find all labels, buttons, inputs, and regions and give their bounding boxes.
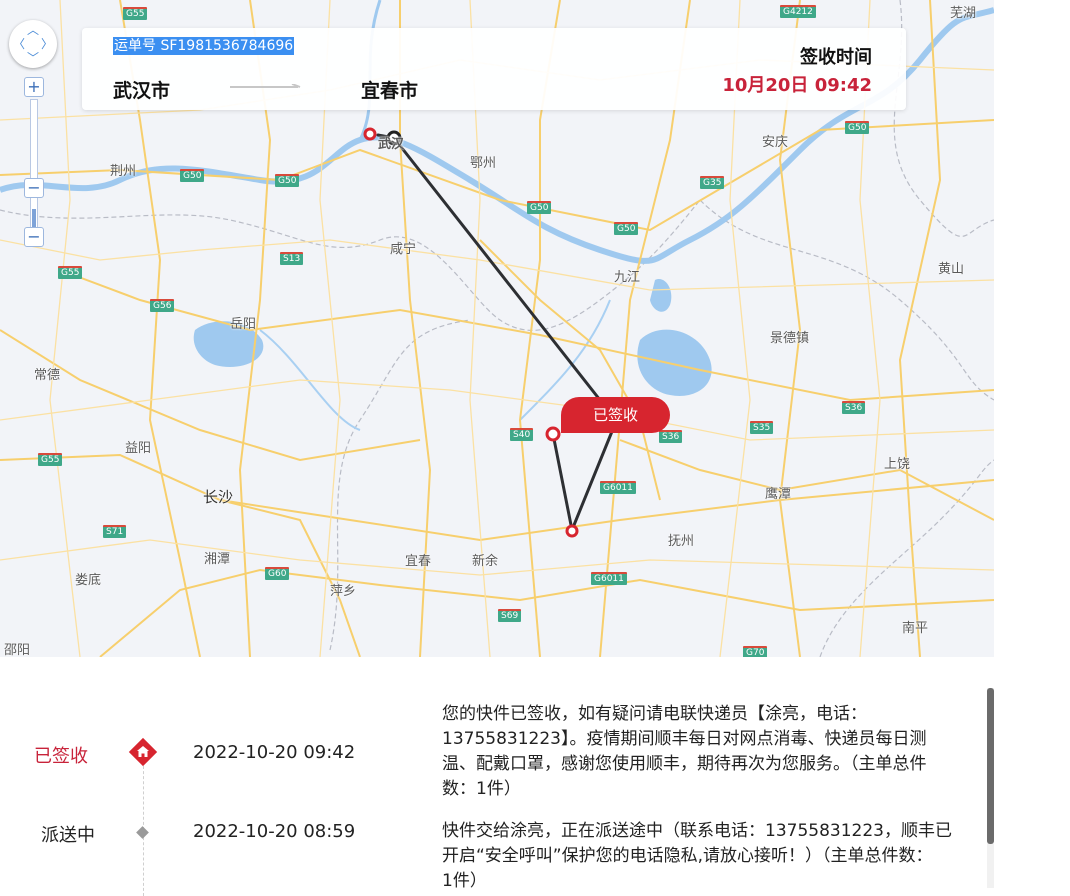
city-label: 益阳 bbox=[125, 441, 152, 456]
highway-shield: G4212 bbox=[780, 5, 816, 18]
shipment-info-card: 运单号 SF1981536784696 武汉市 宜春市 签收时间 10月20日 … bbox=[82, 28, 906, 110]
waybill-number[interactable]: 运单号 SF1981536784696 bbox=[113, 37, 295, 55]
highway-shield: S35 bbox=[750, 421, 774, 434]
highway-shield: G50 bbox=[180, 169, 205, 182]
highway-shield: G70 bbox=[743, 646, 768, 657]
timeline-description: 您的快件已签收，如有疑问请电联快递员【涂亮，电话： 13755831223】。疫… bbox=[442, 702, 964, 802]
pan-left-icon[interactable]: 〈 bbox=[13, 38, 25, 50]
description-line: 1件） bbox=[442, 871, 487, 891]
description-line: 温、配戴口罩，感谢您使用顺丰，期待再次为您服务。（主单总件 bbox=[442, 754, 927, 774]
zoom-level-fill bbox=[32, 208, 36, 228]
city-label: 黄山 bbox=[938, 262, 965, 277]
city-label: 安庆 bbox=[762, 135, 789, 150]
tracking-timeline: 已签收 2022-10-20 09:42 您的快件已签收，如有疑问请电联快递员【… bbox=[0, 657, 994, 896]
zoom-slider[interactable] bbox=[30, 99, 38, 229]
city-label: 岳阳 bbox=[230, 317, 257, 332]
route-arrow-icon bbox=[230, 84, 301, 88]
city-label: 萍乡 bbox=[330, 584, 357, 599]
highway-shield: G56 bbox=[150, 299, 175, 312]
city-label: 湘潭 bbox=[204, 552, 231, 567]
signed-status-badge: 已签收 bbox=[561, 397, 670, 433]
highway-shield: G55 bbox=[38, 453, 63, 466]
highway-shield: S36 bbox=[842, 401, 866, 414]
highway-shield: G60 bbox=[265, 567, 290, 580]
highway-shield: S69 bbox=[498, 609, 522, 622]
timeline-time: 2022-10-20 08:59 bbox=[193, 821, 356, 842]
highway-shield: G50 bbox=[614, 222, 639, 235]
city-label: 邵阳 bbox=[4, 643, 31, 657]
sign-time-label: 签收时间 bbox=[800, 47, 872, 68]
description-line: 开启“安全呼叫”保护您的电话隐私,请放心接听！）（主单总件数： bbox=[442, 846, 933, 866]
highway-shield: S13 bbox=[280, 252, 304, 265]
highway-shield: S36 bbox=[659, 430, 683, 443]
city-label: 长沙 bbox=[203, 488, 234, 506]
diamond-icon bbox=[136, 826, 149, 839]
zoom-handle[interactable]: − bbox=[24, 178, 44, 198]
city-label: 咸宁 bbox=[390, 242, 417, 257]
city-label: 景德镇 bbox=[770, 331, 810, 346]
description-line: 您的快件已签收，如有疑问请电联快递员【涂亮，电话： bbox=[442, 704, 867, 724]
destination-city: 宜春市 bbox=[361, 80, 419, 102]
pan-right-icon[interactable]: 〉 bbox=[41, 38, 53, 50]
description-line: 快件交给涂亮，正在派送途中（联系电话：13755831223，顺丰已 bbox=[442, 821, 952, 841]
city-label: 鹰潭 bbox=[765, 487, 792, 502]
city-label: 荆州 bbox=[110, 164, 137, 179]
city-label: 鄂州 bbox=[470, 156, 497, 171]
timeline-description: 快件交给涂亮，正在派送途中（联系电话：13755831223，顺丰已 开启“安全… bbox=[442, 819, 964, 894]
highway-shield: G50 bbox=[845, 121, 870, 134]
description-line: 13755831223】。疫情期间顺丰每日对网点消毒、快递员每日测 bbox=[442, 729, 927, 749]
highway-shield: G6011 bbox=[591, 572, 627, 585]
city-label: 娄底 bbox=[75, 573, 102, 588]
city-label: 常德 bbox=[34, 368, 61, 383]
highway-shield: G6011 bbox=[600, 481, 636, 494]
highway-shield: G55 bbox=[123, 7, 148, 20]
highway-shield: G35 bbox=[700, 176, 725, 189]
city-label: 宜春 bbox=[405, 554, 432, 569]
highway-shield: S40 bbox=[510, 428, 534, 441]
map-view[interactable]: 武汉 鄂州 荆州 咸宁 岳阳 九江 安庆 景德镇 黄山 常德 益阳 长沙 湘潭 … bbox=[0, 0, 994, 657]
city-label: 九江 bbox=[614, 270, 641, 285]
zoom-out-button[interactable]: − bbox=[24, 227, 44, 247]
timeline-status: 派送中 bbox=[41, 825, 95, 846]
city-label: 武汉 bbox=[378, 137, 405, 152]
pan-down-icon[interactable]: ﹀ bbox=[27, 52, 39, 64]
city-label: 新余 bbox=[472, 554, 499, 569]
highway-shield: G55 bbox=[58, 266, 83, 279]
origin-city: 武汉市 bbox=[113, 80, 171, 102]
highway-shield: G50 bbox=[275, 174, 300, 187]
highway-shield: G50 bbox=[527, 201, 552, 214]
city-label: 芜湖 bbox=[950, 6, 977, 21]
description-line: 数：1件） bbox=[442, 779, 521, 799]
map-pan-control[interactable]: ︿ ﹀ 〈 〉 bbox=[9, 20, 57, 68]
sign-time-value: 10月20日 09:42 bbox=[722, 75, 872, 96]
home-icon bbox=[128, 737, 158, 767]
zoom-in-button[interactable]: + bbox=[24, 77, 44, 97]
pan-up-icon[interactable]: ︿ bbox=[27, 24, 39, 36]
timeline-status: 已签收 bbox=[34, 746, 88, 767]
city-label: 上饶 bbox=[884, 457, 911, 472]
timeline-time: 2022-10-20 09:42 bbox=[193, 742, 356, 763]
scrollbar-thumb[interactable] bbox=[987, 688, 994, 844]
city-label: 抚州 bbox=[668, 534, 695, 549]
highway-shield: S71 bbox=[103, 525, 127, 538]
timeline-scrollbar[interactable] bbox=[987, 688, 994, 888]
city-label: 南平 bbox=[902, 621, 929, 636]
